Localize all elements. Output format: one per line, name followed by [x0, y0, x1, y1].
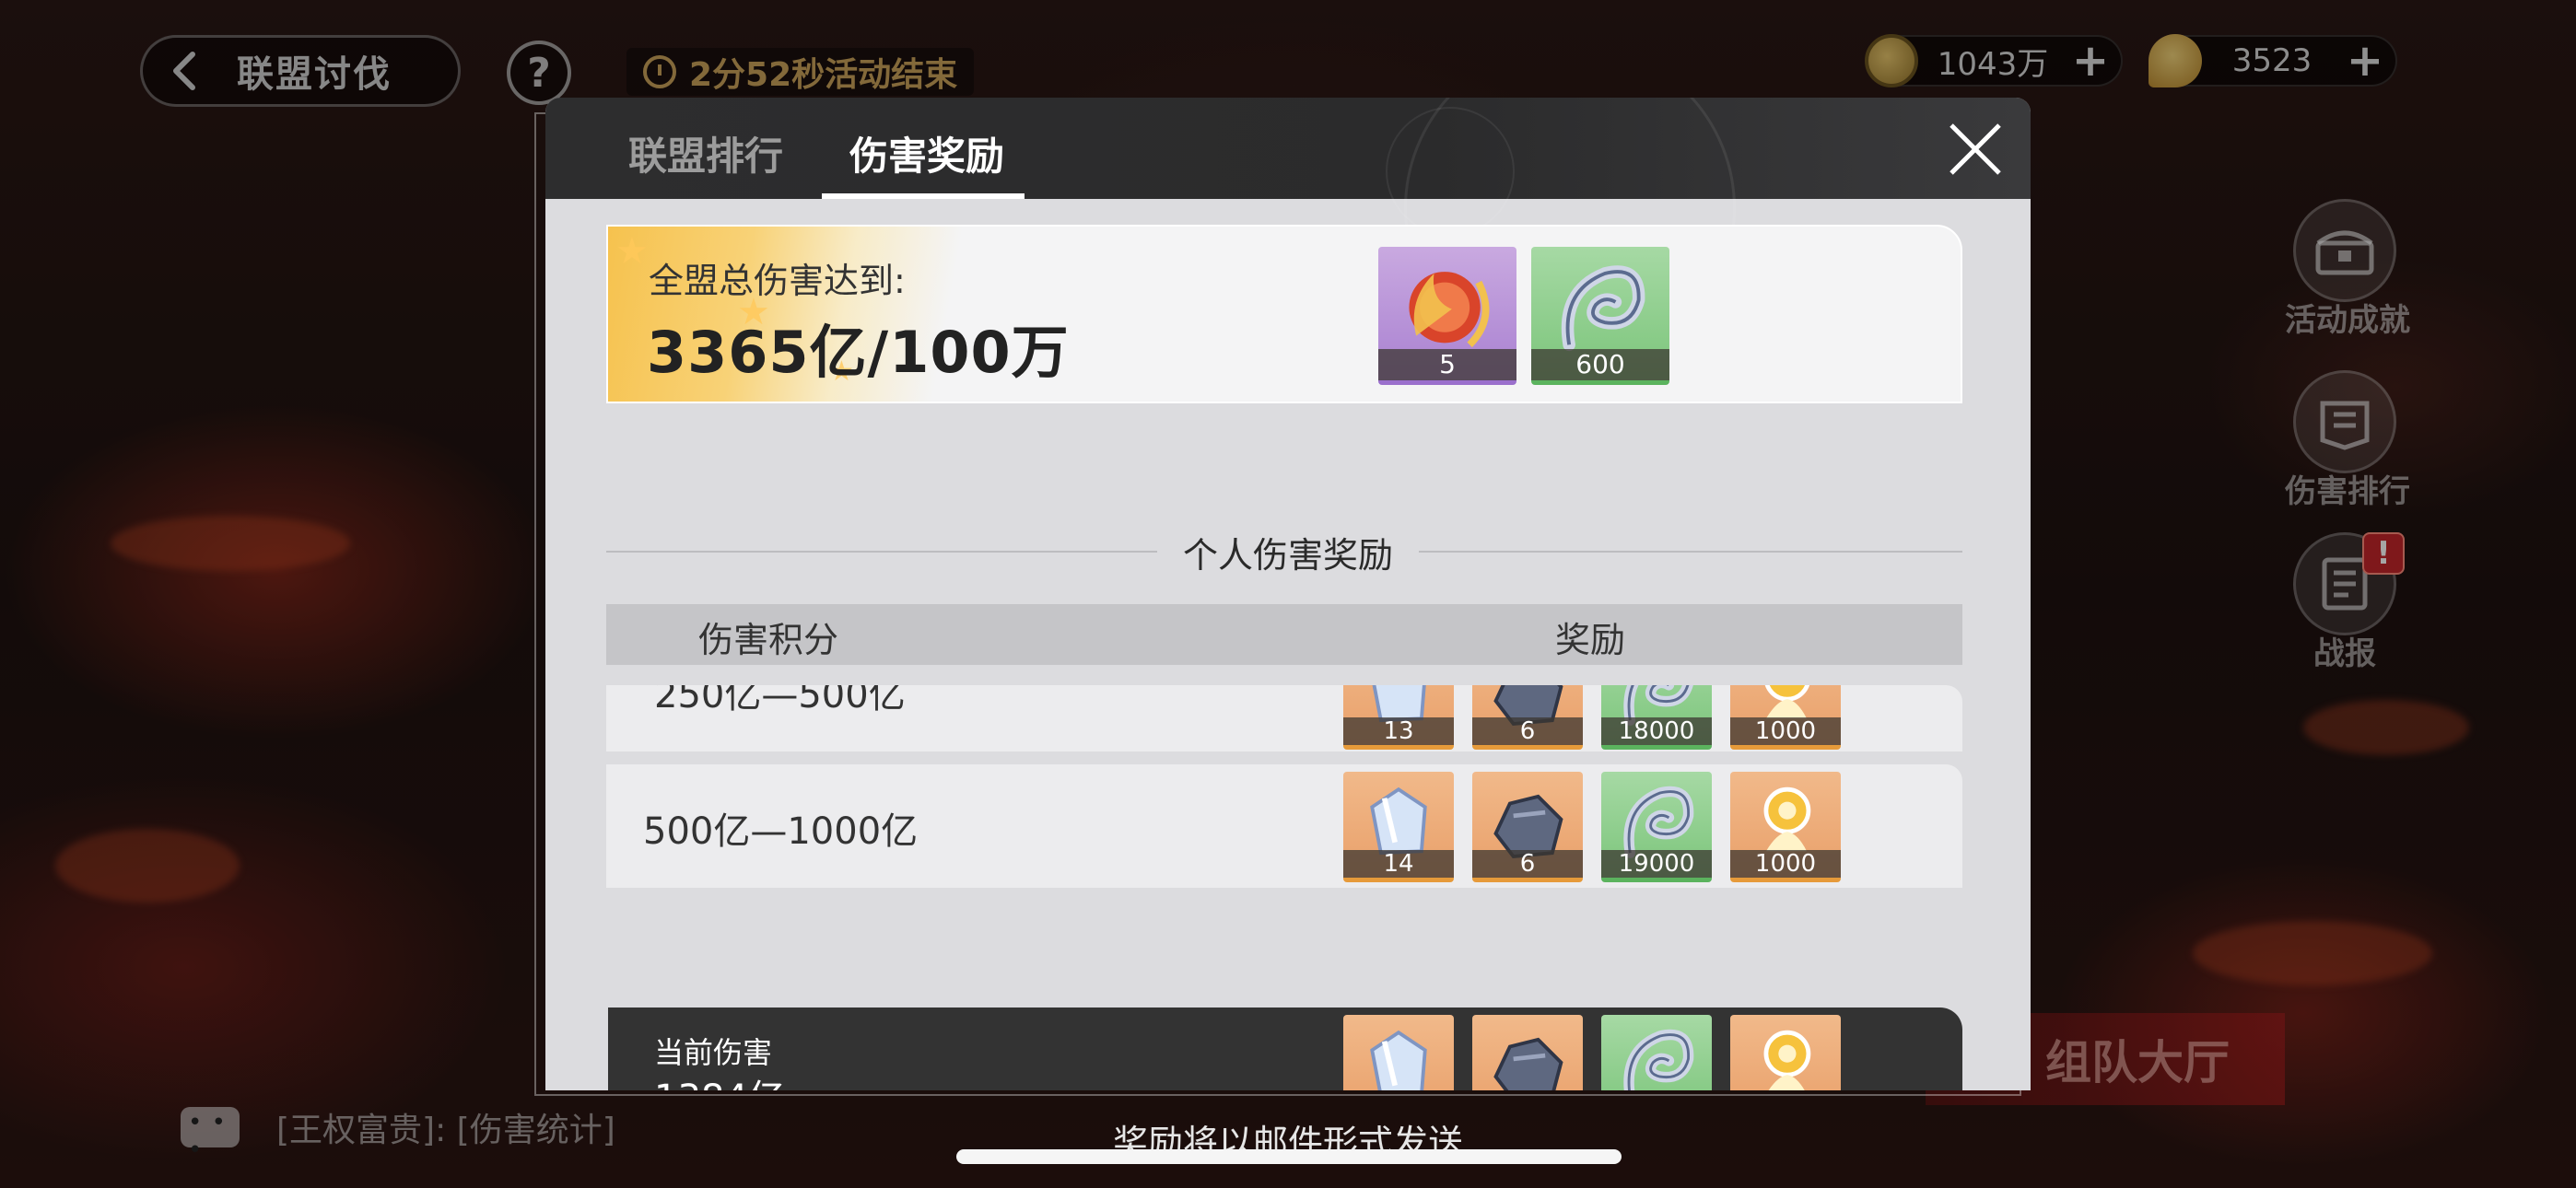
reward-count: 1000	[1730, 717, 1841, 745]
reward-count: 18000	[1601, 717, 1712, 745]
reward-item-silver-dragon[interactable]: 19000	[1601, 1015, 1712, 1090]
alliance-total-label: 全盟总伤害达到:	[649, 261, 906, 301]
column-header-reward: 奖励	[1555, 620, 1626, 660]
table-header: 伤害积分 奖励	[606, 604, 1962, 665]
damage-reward-modal: 联盟排行 伤害奖励 ★ ★ ★ 全盟总伤害达到: 3365亿/100万 5 60…	[545, 98, 2031, 1090]
reward-item-ore[interactable]: 6	[1472, 685, 1583, 750]
reward-count: 13	[1343, 717, 1454, 745]
tab-alliance-ranking[interactable]: 联盟排行	[628, 125, 783, 199]
reward-count: 14	[1343, 850, 1454, 878]
current-damage-value: 1384亿	[654, 1068, 785, 1090]
close-icon[interactable]	[1946, 120, 2005, 179]
silver-dragon-icon	[1623, 1029, 1694, 1090]
star-icon: ★	[615, 230, 649, 273]
reward-count: 5	[1378, 349, 1516, 380]
alliance-total-card: ★ ★ ★ 全盟总伤害达到: 3365亿/100万 5 600	[606, 225, 1962, 403]
reward-count: 600	[1531, 349, 1669, 380]
crystal-icon	[1370, 1030, 1427, 1090]
tab-damage-reward[interactable]: 伤害奖励	[821, 125, 1025, 199]
reward-item-silver-dragon[interactable]: 18000	[1601, 685, 1712, 750]
section-title: 个人伤害奖励	[1156, 535, 1419, 576]
reward-item-ore[interactable]: 6	[1472, 772, 1583, 882]
reward-item-golden-orb[interactable]: 1000	[1730, 772, 1841, 882]
damage-range: 250亿—500亿	[654, 685, 906, 716]
home-indicator[interactable]	[956, 1149, 1622, 1164]
current-damage-label: 当前伤害	[654, 1035, 773, 1070]
reward-count: 6	[1472, 717, 1583, 745]
modal-header: 联盟排行 伤害奖励	[545, 98, 2031, 374]
reward-count: 19000	[1601, 850, 1712, 878]
column-header-score: 伤害积分	[698, 620, 839, 660]
reward-item-golden-orb[interactable]: 1000	[1730, 685, 1841, 750]
damage-range: 500亿—1000亿	[643, 810, 919, 853]
reward-item-crystal[interactable]: 14	[1343, 1015, 1454, 1090]
reward-count: 1000	[1730, 850, 1841, 878]
ore-icon	[1493, 1037, 1563, 1090]
golden-orb-icon	[1763, 1030, 1811, 1090]
current-damage-bar: 当前伤害 1384亿 14 6 19000 1000	[608, 1007, 1962, 1090]
reward-item-ore[interactable]: 6	[1472, 1015, 1583, 1090]
reward-item-silver-dragon[interactable]: 19000	[1601, 772, 1712, 882]
reward-item-crystal[interactable]: 14	[1343, 772, 1454, 882]
reward-item-silver-dragon[interactable]: 600	[1531, 247, 1669, 385]
table-row: 500亿—1000亿 14 6 19000 1000	[606, 764, 1962, 888]
alliance-total-value: 3365亿/100万	[647, 319, 1070, 386]
reward-item-golden-orb[interactable]: 1000	[1730, 1015, 1841, 1090]
reward-count: 6	[1472, 850, 1583, 878]
reward-item-flame-emblem[interactable]: 5	[1378, 247, 1516, 385]
reward-item-crystal[interactable]: 13	[1343, 685, 1454, 750]
table-row: 250亿—500亿 13 6 18000 1000	[606, 685, 1962, 751]
